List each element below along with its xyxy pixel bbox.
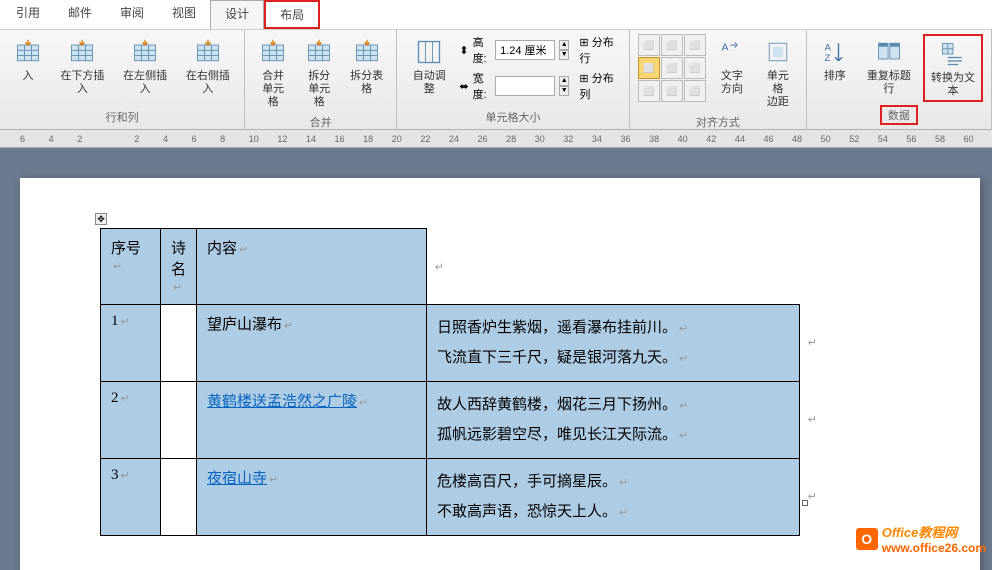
table-move-handle[interactable]: ✥ [95,213,107,225]
col-width-icon: ⬌ [459,80,468,93]
svg-text:A: A [824,42,831,53]
convert-to-text-icon [937,38,969,70]
cell-margins-icon [762,36,794,68]
table-cell-title[interactable]: 望庐山瀑布↵ [197,305,427,382]
table-header-cell[interactable]: 诗名↵ [161,229,197,305]
width-down[interactable]: ▼ [559,86,569,96]
align-ml[interactable]: ⬜ [638,57,660,79]
ribbon-tabs: 引用邮件审阅视图设计布局 [0,0,992,30]
text-direction-icon: A [716,36,748,68]
group-label: 单元格大小 [485,109,540,125]
align-tc[interactable]: ⬜ [661,34,683,56]
tab-3[interactable]: 视图 [158,0,210,29]
insert-below-icon [66,36,98,68]
svg-text:Z: Z [824,53,830,64]
table-header-cell[interactable]: 内容↵↵ [197,229,427,305]
document-table[interactable]: 序号↵诗名↵内容↵↵ 1↵ 望庐山瀑布↵日照香炉生紫烟，遥看瀑布挂前川。↵飞流直下三… [100,228,800,536]
insert-button[interactable]: 入 [8,34,48,85]
repeat-header-icon [873,36,905,68]
table-cell-num[interactable]: 2↵ [101,382,161,459]
align-br[interactable]: ⬜ [684,80,706,102]
insert-left-button[interactable]: 在左侧插入 [117,34,174,98]
sort-icon: AZ [819,36,851,68]
width-up[interactable]: ▲ [559,76,569,86]
table-cell-title[interactable]: 黄鹤楼送孟浩然之广陵↵ [197,382,427,459]
split-table-button[interactable]: 拆分表格 [345,34,388,98]
table-cell-num[interactable]: 1↵ [101,305,161,382]
ribbon: 入在下方插入在左侧插入在右侧插入 行和列 合并 单元格拆分 单元格拆分表格 合并… [0,30,992,130]
group-label: 对齐方式 [696,114,740,130]
tab-5[interactable]: 布局 [264,0,320,29]
merge-button[interactable]: 合并 单元格 [253,34,293,112]
convert-to-text-button[interactable]: 转换为文本 [923,34,983,102]
svg-text:A: A [721,41,728,53]
align-tr[interactable]: ⬜ [684,34,706,56]
table-cell-content[interactable]: 故人西辞黄鹤楼，烟花三月下扬州。↵孤帆远影碧空尽，唯见长江天际流。↵↵ [427,382,800,459]
height-input[interactable] [495,40,555,60]
table-cell-empty[interactable] [161,305,197,382]
height-down[interactable]: ▼ [559,50,569,60]
tab-0[interactable]: 引用 [2,0,54,29]
autosize-label: 自动调整 [409,70,449,96]
tab-4[interactable]: 设计 [210,0,264,29]
distribute-cols-button[interactable]: ⊞ 分布列 [579,70,620,102]
width-input[interactable] [495,76,555,96]
group-merge: 合并 单元格拆分 单元格拆分表格 合并 [245,30,397,129]
height-up[interactable]: ▲ [559,40,569,50]
group-label: 行和列 [106,109,139,125]
document-page: ✥ 序号↵诗名↵内容↵↵ 1↵ 望庐山瀑布↵日照香炉生紫烟，遥看瀑布挂前川。↵飞流直… [20,178,980,570]
insert-right-button[interactable]: 在右侧插入 [179,34,236,98]
height-label: 高度: [473,34,492,66]
group-label: 合并 [310,114,332,130]
document-area: ✥ 序号↵诗名↵内容↵↵ 1↵ 望庐山瀑布↵日照香炉生紫烟，遥看瀑布挂前川。↵飞流直… [0,148,992,570]
autosize-icon [413,36,445,68]
sort-button[interactable]: AZ 排序 [815,34,855,85]
tab-1[interactable]: 邮件 [54,0,106,29]
group-rows-cols: 入在下方插入在左侧插入在右侧插入 行和列 [0,30,245,129]
group-label: 数据 [880,105,918,125]
merge-icon [257,36,289,68]
align-mc[interactable]: ⬜ [661,57,683,79]
insert-left-icon [129,36,161,68]
insert-below-button[interactable]: 在下方插入 [54,34,111,98]
table-resize-handle[interactable] [802,500,808,506]
text-direction-button[interactable]: A 文字方向 [712,34,752,98]
row-height-icon: ⬍ [459,44,468,57]
group-data: AZ 排序 重复标题行 转换为文本 数据 [807,30,992,129]
table-cell-content[interactable]: 危楼高百尺，手可摘星辰。↵不敢高声语，恐惊天上人。↵↵ [427,459,800,536]
cell-margins-button[interactable]: 单元格 边距 [758,34,798,112]
width-label: 宽度: [473,70,492,102]
watermark-logo-icon: O [856,528,878,550]
horizontal-ruler[interactable]: 6422468101214161820222426283032343638404… [0,130,992,148]
table-cell-content[interactable]: 日照香炉生紫烟，遥看瀑布挂前川。↵飞流直下三千尺，疑是银河落九天。↵↵ [427,305,800,382]
autosize-button[interactable]: 自动调整 [405,34,453,98]
insert-right-icon [192,36,224,68]
table-header-cell[interactable]: 序号↵ [101,229,161,305]
tab-2[interactable]: 审阅 [106,0,158,29]
table-cell-empty[interactable] [161,382,197,459]
align-mr[interactable]: ⬜ [684,57,706,79]
table-cell-num[interactable]: 3↵ [101,459,161,536]
watermark: O Office教程网 www.office26.com [856,522,986,555]
split-table-icon [351,36,383,68]
alignment-grid: ⬜ ⬜ ⬜ ⬜ ⬜ ⬜ ⬜ ⬜ ⬜ [638,34,706,102]
distribute-rows-button[interactable]: ⊞ 分布行 [579,34,620,66]
watermark-url: www.office26.com [882,541,986,555]
align-tl[interactable]: ⬜ [638,34,660,56]
split-button[interactable]: 拆分 单元格 [299,34,339,112]
repeat-header-button[interactable]: 重复标题行 [861,34,917,98]
split-icon [303,36,335,68]
group-alignment: ⬜ ⬜ ⬜ ⬜ ⬜ ⬜ ⬜ ⬜ ⬜ A 文字方向 单元格 边距 对齐方式 [630,30,807,129]
watermark-text: Office教程网 [882,525,958,540]
align-bc[interactable]: ⬜ [661,80,683,102]
table-cell-empty[interactable] [161,459,197,536]
group-cell-size: 自动调整 ⬍ 高度: ▲▼ ⬌ 宽度: ▲▼ ⊞ 分布行 ⊞ 分布列 [397,30,630,129]
align-bl[interactable]: ⬜ [638,80,660,102]
table-cell-title[interactable]: 夜宿山寺↵ [197,459,427,536]
insert-icon [12,36,44,68]
